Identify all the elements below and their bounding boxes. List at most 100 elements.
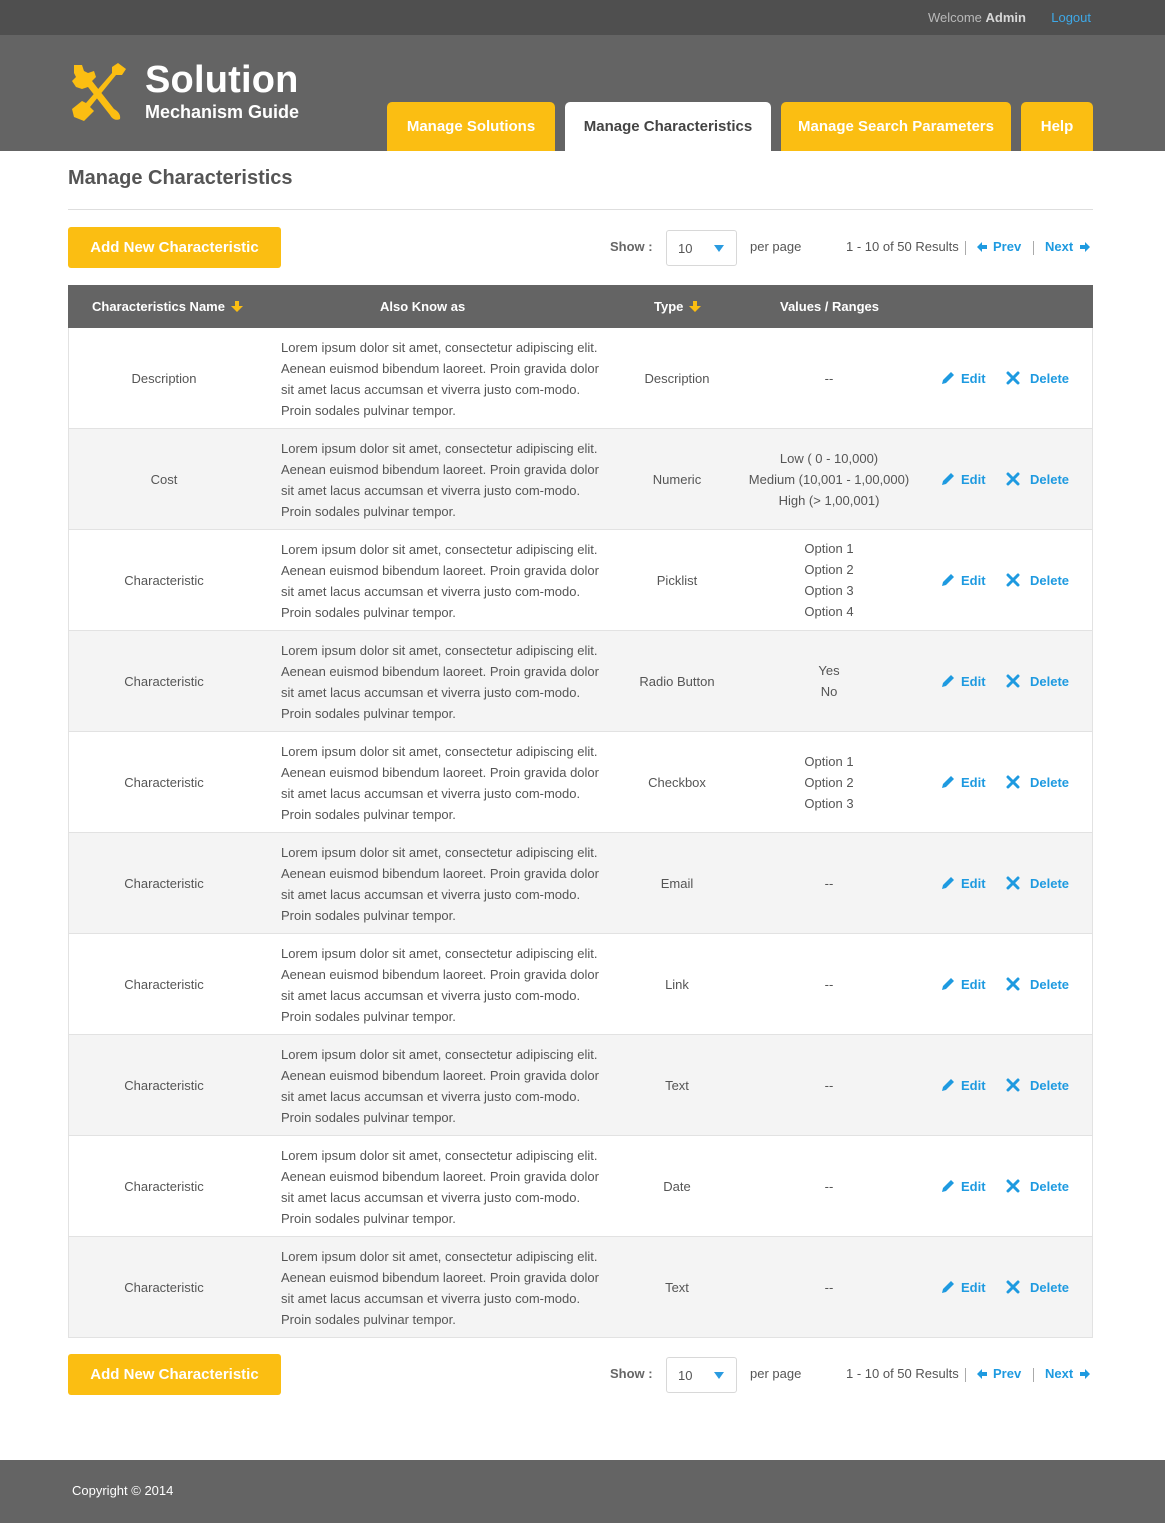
edit-button[interactable]: Edit: [941, 429, 986, 529]
tools-icon: [72, 63, 126, 121]
delete-button[interactable]: Delete: [1006, 1237, 1069, 1337]
edit-button[interactable]: Edit: [941, 833, 986, 933]
logout-link[interactable]: Logout: [1051, 10, 1091, 25]
logo[interactable]: Solution Mechanism Guide: [68, 61, 299, 123]
delete-label: Delete: [1030, 572, 1070, 588]
value-line: Option 2: [804, 562, 854, 577]
delete-button[interactable]: Delete: [1006, 530, 1069, 630]
cell-type: Checkbox: [648, 774, 706, 790]
delete-button[interactable]: Delete: [1006, 429, 1069, 529]
per-page-value: 10: [678, 241, 693, 256]
close-icon: [1006, 775, 1020, 789]
cell-also-known-as: Lorem ipsum dolor sit amet, consectetur …: [281, 542, 599, 620]
value-line: Yes: [818, 663, 840, 678]
cell-also-known-as: Lorem ipsum dolor sit amet, consectetur …: [281, 845, 599, 923]
prev-link[interactable]: Prev: [977, 239, 1021, 254]
delete-button[interactable]: Delete: [1006, 833, 1069, 933]
table-body: Description Lorem ipsum dolor sit amet, c…: [68, 328, 1093, 1338]
edit-button[interactable]: Edit: [941, 732, 986, 832]
tab-manage-search-parameters[interactable]: Manage Search Parameters: [781, 102, 1011, 151]
edit-button[interactable]: Edit: [941, 631, 986, 731]
value-line: --: [824, 1279, 834, 1295]
username: Admin: [985, 10, 1026, 25]
cell-type: Picklist: [656, 572, 698, 588]
edit-button[interactable]: Edit: [941, 1237, 986, 1337]
cell-characteristic-name: Description: [131, 370, 197, 386]
delete-button[interactable]: Delete: [1006, 1136, 1069, 1236]
delete-button[interactable]: Delete: [1006, 1035, 1069, 1135]
sort-down-icon: [230, 300, 243, 312]
add-characteristic-button-bottom[interactable]: Add New Characteristic: [68, 1354, 281, 1395]
tab-manage-solutions[interactable]: Manage Solutions: [387, 102, 555, 151]
tab-manage-characteristics[interactable]: Manage Characteristics: [565, 102, 771, 151]
per-page-value: 10: [678, 1368, 693, 1383]
cell-characteristic-name: Cost: [150, 471, 178, 487]
cell-values: --: [729, 934, 929, 1034]
cell-type: Email: [660, 875, 694, 891]
header-type[interactable]: Type: [654, 299, 702, 314]
show-label: Show :: [610, 1366, 653, 1381]
table-header: Characteristics Name Also Know as Type V…: [68, 285, 1093, 328]
edit-button[interactable]: Edit: [941, 1035, 986, 1135]
edit-label: Edit: [961, 1178, 986, 1194]
value-line: No: [820, 684, 838, 699]
delete-button[interactable]: Delete: [1006, 732, 1069, 832]
delete-button[interactable]: Delete: [1006, 631, 1069, 731]
next-link-bottom[interactable]: Next: [1045, 1366, 1091, 1381]
close-icon: [1006, 472, 1020, 486]
table-row: Characteristic Lorem ipsum dolor sit amet…: [68, 1136, 1093, 1237]
chevron-down-icon: [714, 1372, 724, 1379]
cell-also-known-as: Lorem ipsum dolor sit amet, consectetur …: [281, 1148, 599, 1226]
pencil-icon: [942, 372, 954, 384]
value-line: Option 4: [804, 604, 854, 619]
cell-type: Radio Button: [639, 673, 715, 689]
per-page-select-bottom[interactable]: 10: [666, 1357, 737, 1393]
edit-label: Edit: [961, 370, 986, 386]
delete-label: Delete: [1030, 774, 1070, 790]
page-title: Manage Characteristics: [68, 167, 293, 189]
value-line: Medium (10,001 - 1,00,000): [748, 471, 910, 487]
delete-button[interactable]: Delete: [1006, 934, 1069, 1034]
delete-label: Delete: [1030, 976, 1070, 992]
welcome-label: Welcome: [927, 10, 982, 25]
close-icon: [1006, 371, 1020, 385]
edit-button[interactable]: Edit: [941, 934, 986, 1034]
add-characteristic-button[interactable]: Add New Characteristic: [68, 227, 281, 268]
pencil-icon: [942, 1180, 954, 1192]
edit-button[interactable]: Edit: [941, 530, 986, 630]
per-page-select[interactable]: 10: [666, 230, 737, 266]
divider: [68, 209, 1093, 210]
next-link[interactable]: Next: [1045, 239, 1091, 254]
cell-also-known-as: Lorem ipsum dolor sit amet, consectetur …: [281, 1249, 599, 1327]
delete-label: Delete: [1030, 673, 1070, 689]
tab-help[interactable]: Help: [1021, 102, 1093, 151]
cell-values: --: [729, 1237, 929, 1337]
value-line: Option 1: [804, 753, 854, 769]
pencil-icon: [942, 1079, 954, 1091]
value-line: Option 2: [804, 774, 854, 790]
cell-also-known-as: Lorem ipsum dolor sit amet, consectetur …: [281, 340, 599, 418]
cell-type: Text: [665, 1077, 689, 1093]
delete-label: Delete: [1030, 370, 1070, 386]
edit-label: Edit: [961, 976, 986, 992]
cell-also-known-as: Lorem ipsum dolor sit amet, consectetur …: [281, 643, 599, 721]
value-line: Option 1: [804, 541, 854, 556]
prev-link-bottom[interactable]: Prev: [977, 1366, 1021, 1381]
prev-label: Prev: [993, 1366, 1022, 1381]
edit-button[interactable]: Edit: [941, 1136, 986, 1236]
value-line: Option 3: [804, 583, 854, 598]
edit-label: Edit: [961, 471, 986, 487]
edit-label: Edit: [961, 673, 986, 689]
delete-button[interactable]: Delete: [1006, 328, 1069, 428]
edit-label: Edit: [961, 572, 986, 588]
cell-also-known-as: Lorem ipsum dolor sit amet, consectetur …: [281, 441, 599, 519]
delete-label: Delete: [1030, 1279, 1070, 1295]
cell-values: --: [729, 833, 929, 933]
value-line: --: [824, 875, 834, 891]
table-row: Characteristic Lorem ipsum dolor sit amet…: [68, 1237, 1093, 1338]
next-label: Next: [1045, 1366, 1074, 1381]
header-name[interactable]: Characteristics Name: [92, 299, 243, 314]
edit-button[interactable]: Edit: [941, 328, 986, 428]
cell-type: Numeric: [652, 471, 702, 487]
cell-also-known-as: Lorem ipsum dolor sit amet, consectetur …: [281, 1047, 599, 1125]
